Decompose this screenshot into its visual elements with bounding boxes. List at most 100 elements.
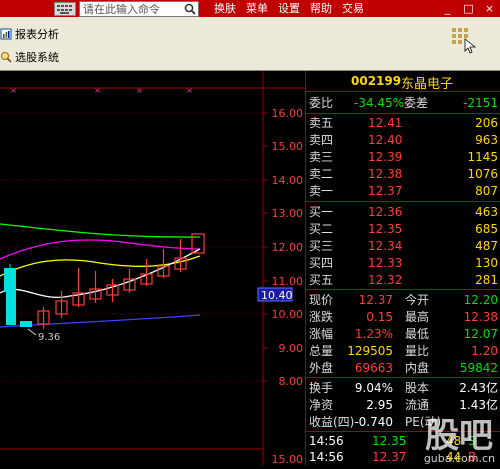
stock-code: 002199 xyxy=(351,74,402,88)
minimize-button[interactable]: _ xyxy=(437,0,458,17)
stat-row: 涨幅 1.23% 最低 12.07 xyxy=(309,327,498,341)
buy-price: 12.33 xyxy=(368,256,403,270)
stat-row: 涨跌 0.15 最高 12.38 xyxy=(309,310,498,324)
buy-volume: 487 xyxy=(475,239,498,253)
menu-settings[interactable]: 设置 xyxy=(273,0,305,17)
toolbar-report-label: 报表分析 xyxy=(15,28,59,41)
buy-row[interactable]: 买一 12.36 463 xyxy=(306,204,500,220)
tick-price: 12.37 xyxy=(372,450,407,464)
y-axis-label: 10.00 xyxy=(272,308,304,321)
signal-marker: × xyxy=(186,86,193,95)
buy-row[interactable]: 买四 12.33 130 xyxy=(306,255,500,271)
buy-row[interactable]: 买五 12.32 281 xyxy=(306,272,500,288)
main-menu: 换肤 菜单 设置 帮助 交易 xyxy=(209,0,369,17)
search-icon[interactable] xyxy=(183,2,197,16)
turnover-rate: 9.04% xyxy=(354,381,393,395)
eps: -0.740 xyxy=(354,415,393,429)
signal-marker: × xyxy=(10,86,17,95)
low-price: 12.07 xyxy=(463,327,498,341)
high-price: 12.38 xyxy=(463,310,498,324)
y-axis-label: 15.00 xyxy=(272,140,304,153)
ma-line-green xyxy=(0,223,201,238)
buy-price: 12.34 xyxy=(368,239,403,253)
inner-volume: 59842 xyxy=(459,361,498,375)
command-search[interactable] xyxy=(79,1,199,17)
stock-picker-icon xyxy=(1,52,12,63)
stat-row: 换手 9.04% 股本 2.43亿 xyxy=(309,381,498,395)
title-bar: 换肤 菜单 设置 帮助 交易 _ □ × xyxy=(0,0,500,17)
menu-skin[interactable]: 换肤 xyxy=(209,0,241,17)
buy-row[interactable]: 买二 12.35 685 xyxy=(306,221,500,237)
sell-price: 12.37 xyxy=(368,184,403,198)
sell-volume: 1076 xyxy=(467,167,498,181)
menu-trade[interactable]: 交易 xyxy=(337,0,369,17)
ma-line-yellow xyxy=(0,255,201,277)
weibi-value: -34.45% xyxy=(354,96,405,110)
sell-row[interactable]: 卖五 12.41 206 xyxy=(306,115,500,131)
buy-volume: 685 xyxy=(475,222,498,236)
buy-volume: 463 xyxy=(475,205,498,219)
sell-row[interactable]: 卖三 12.39 1145 xyxy=(306,149,500,165)
y-axis-label: 9.00 xyxy=(279,342,304,355)
keyboard-icon[interactable] xyxy=(54,2,76,16)
candle xyxy=(20,321,32,327)
buy-price: 12.36 xyxy=(368,205,403,219)
outer-volume: 69663 xyxy=(354,361,393,375)
toolbar-stock-picker[interactable]: 选股系统 xyxy=(0,47,59,67)
report-icon xyxy=(0,28,12,40)
menu-menu[interactable]: 菜单 xyxy=(241,0,273,17)
stock-header: 002199 东晶电子 xyxy=(306,71,500,92)
close-button[interactable]: × xyxy=(479,0,500,17)
sell-label: 卖四 xyxy=(309,133,334,147)
current-price: 12.37 xyxy=(358,293,393,307)
kline-canvas: × × × × 9.36 16.00 15.00 14.00 13.00 12.… xyxy=(0,71,305,466)
y-axis-label: 16.00 xyxy=(272,107,304,120)
kline-chart[interactable]: × × × × 9.36 16.00 15.00 14.00 13.00 12.… xyxy=(0,71,305,466)
candle xyxy=(6,292,16,325)
sell-row[interactable]: 卖四 12.40 963 xyxy=(306,132,500,148)
sell-price: 12.39 xyxy=(368,150,403,164)
command-input[interactable] xyxy=(81,2,185,16)
maximize-button[interactable]: □ xyxy=(458,0,479,17)
sell-label: 卖二 xyxy=(309,167,334,181)
sell-volume: 1145 xyxy=(467,150,498,164)
low-pointer xyxy=(27,328,37,336)
weicha-label: 委差 xyxy=(404,96,429,110)
sell-label: 卖五 xyxy=(309,116,334,130)
toolbar-stock-picker-label: 选股系统 xyxy=(15,51,59,64)
stat-row: 现价 12.37 今开 12.20 xyxy=(309,293,498,307)
change-value: 0.15 xyxy=(366,310,393,324)
buy-price: 12.35 xyxy=(368,222,403,236)
buy-row[interactable]: 买三 12.34 487 xyxy=(306,238,500,254)
buy-label: 买一 xyxy=(309,205,334,219)
y-axis-label: 14.00 xyxy=(272,174,304,187)
watermark-logo: 股吧 xyxy=(425,416,493,456)
sell-price: 12.41 xyxy=(368,116,403,130)
tick-time: 14:56 xyxy=(309,434,344,448)
weicha-value: -2151 xyxy=(463,96,498,110)
quote-panel: 002199 东晶电子 委比 -34.45% 委差 -2151 卖五 12.41… xyxy=(305,71,500,465)
menu-help[interactable]: 帮助 xyxy=(305,0,337,17)
sell-volume: 206 xyxy=(475,116,498,130)
total-shares: 2.43亿 xyxy=(459,381,498,395)
total-volume: 129505 xyxy=(347,344,393,358)
buy-label: 买五 xyxy=(309,273,334,287)
buy-label: 买四 xyxy=(309,256,334,270)
ma-line-magenta xyxy=(0,239,201,260)
buy-price: 12.32 xyxy=(368,273,403,287)
signal-marker: × xyxy=(94,86,101,95)
toolbar-report-analysis[interactable]: 报表分析 xyxy=(0,24,59,44)
open-price: 12.20 xyxy=(463,293,498,307)
stat-row: 外盘 69663 内盘 59842 xyxy=(309,361,498,375)
grid-tool-icon[interactable] xyxy=(449,25,479,55)
sell-row[interactable]: 卖一 12.37 807 xyxy=(306,183,500,199)
sell-label: 卖三 xyxy=(309,150,334,164)
tick-price: 12.35 xyxy=(372,434,407,448)
window-controls: _ □ × xyxy=(437,0,500,17)
weibi-row: 委比 -34.45% 委差 -2151 xyxy=(306,95,500,111)
y-axis-label: 8.00 xyxy=(279,375,304,388)
change-percent: 1.23% xyxy=(354,327,393,341)
tick-time: 14:56 xyxy=(309,450,344,464)
volume-ratio: 1.20 xyxy=(471,344,498,358)
sell-row[interactable]: 卖二 12.38 1076 xyxy=(306,166,500,182)
